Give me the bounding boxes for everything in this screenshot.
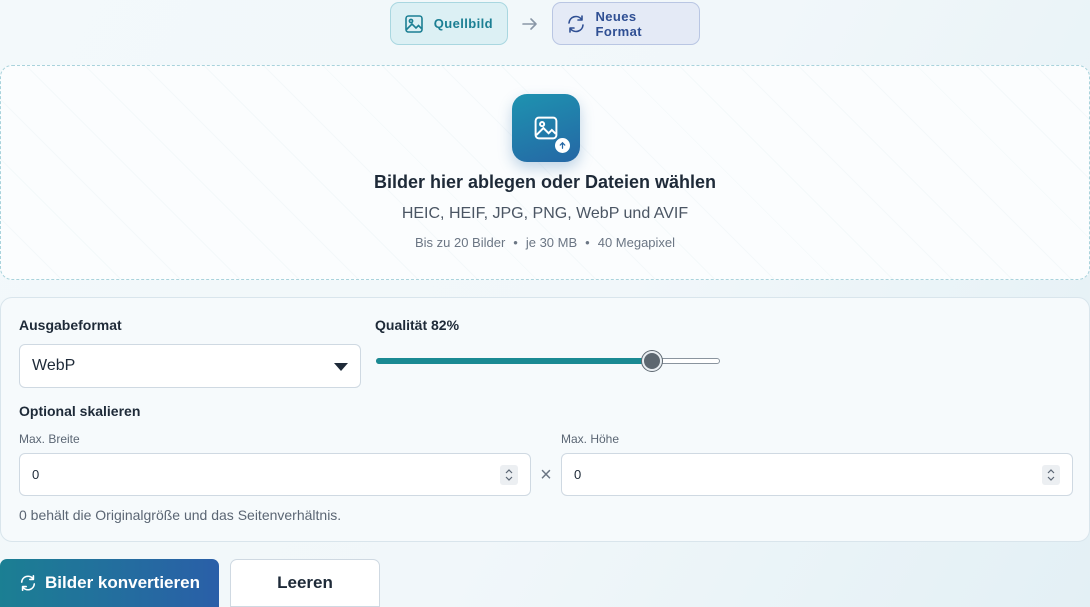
conversion-settings: Ausgabeformat WebP Qualität 82% Optional… [0,297,1090,542]
step-target-label: Neues Format [595,8,642,39]
chevron-down-icon [334,363,348,371]
image-upload-icon [512,94,580,162]
max-height-value: 0 [574,467,582,482]
refresh-icon [565,13,587,35]
limit-count: Bis zu 20 Bilder [414,235,506,250]
step-source-pill: Quellbild [390,2,508,45]
output-format-label: Ausgabeformat [19,317,122,333]
number-stepper[interactable] [1042,465,1060,485]
file-dropzone[interactable]: Bilder hier ablegen oder Dateien wählen … [0,65,1090,280]
limit-megapixel: 40 Megapixel [597,235,676,250]
scale-hint: 0 behält die Originalgröße und das Seite… [19,507,342,523]
max-width-input[interactable]: 0 [19,453,531,496]
max-width-value: 0 [32,467,40,482]
limit-size: je 30 MB [525,235,578,250]
times-icon: × [540,464,552,486]
image-icon [403,13,425,35]
dropzone-formats: HEIC, HEIF, JPG, PNG, WebP und AVIF [401,205,689,222]
max-width-label: Max. Breite [19,432,80,446]
slider-thumb[interactable] [641,351,662,371]
scale-label: Optional skalieren [19,403,141,419]
upload-badge-icon [555,138,570,153]
dropzone-limits: Bis zu 20 Bilder • je 30 MB • 40 Megapixel [1,235,1089,250]
clear-button-label: Leeren [277,573,333,592]
quality-slider[interactable] [376,350,720,372]
separator-dot: • [585,235,590,250]
convert-button-label: Bilder konvertieren [45,573,200,592]
max-height-input[interactable]: 0 [561,453,1073,496]
step-target-pill: Neues Format [552,2,700,45]
number-stepper[interactable] [500,465,518,485]
quality-label: Qualität 82% [375,317,460,333]
format-steps: Quellbild Neues Format [390,2,700,45]
step-source-label: Quellbild [433,16,493,31]
slider-fill [376,358,652,364]
output-format-value: WebP [32,357,76,374]
dropzone-title: Bilder hier ablegen oder Dateien wählen [373,172,717,192]
max-height-label: Max. Höhe [561,432,620,446]
separator-dot: • [513,235,518,250]
output-format-select[interactable]: WebP [19,344,361,388]
refresh-icon [19,574,37,592]
convert-button[interactable]: Bilder konvertieren [0,559,219,607]
arrow-right-icon [508,17,552,31]
clear-button[interactable]: Leeren [230,559,380,607]
